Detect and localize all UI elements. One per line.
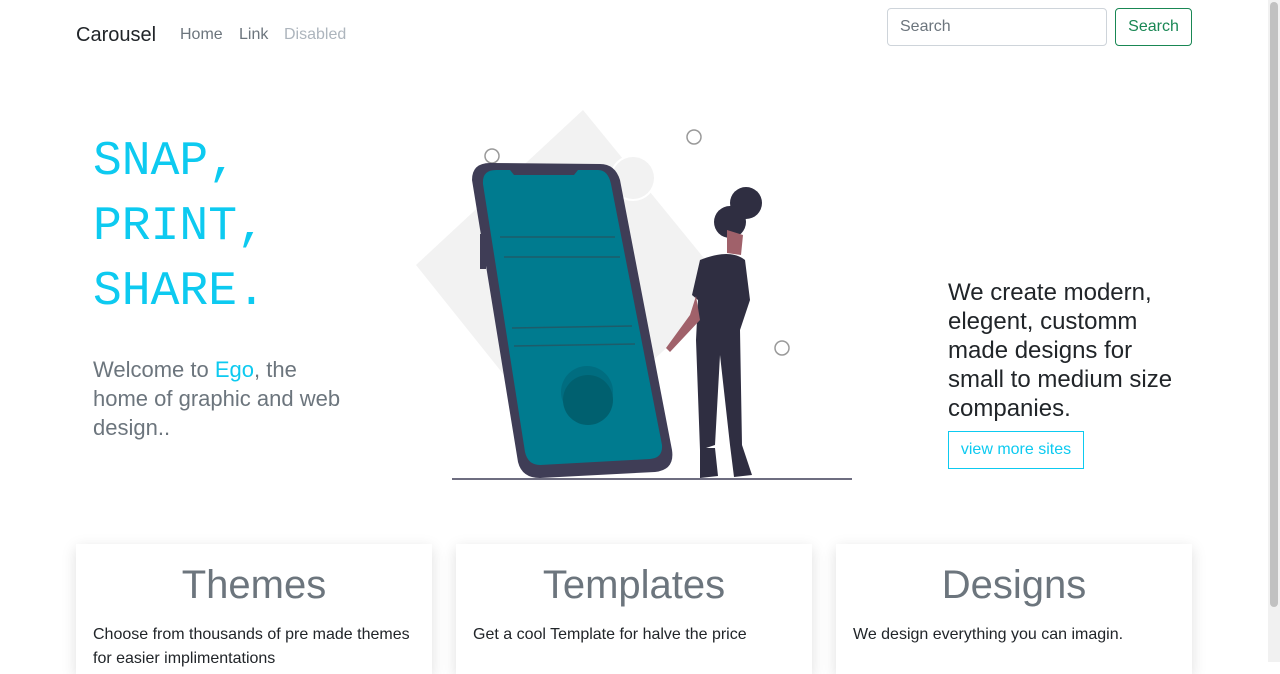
nav-link-disabled: Disabled [284,26,347,43]
card-designs: Designs We design everything you can ima… [836,544,1192,674]
view-more-sites-button[interactable]: view more sites [948,431,1084,469]
card-title: Themes [181,563,327,607]
search-input[interactable] [887,8,1107,46]
card-themes: Themes Choose from thousands of pre made… [76,544,432,674]
nav-link-home[interactable]: Home [180,26,223,44]
card-text: We design everything you can imagin. [853,626,1124,643]
tagline: We create modern, elegent, customm made … [948,279,1173,422]
card-title: Designs [941,563,1087,607]
hero-line: SHARE. [93,265,266,319]
card-title: Templates [542,563,726,607]
navbar: Carousel Home Link Disabled Search [0,0,1268,70]
scrollbar-thumb[interactable] [1270,2,1278,607]
phone-woman-illustration [416,110,852,480]
hero-line: PRINT, [93,200,266,254]
brand-link[interactable]: Carousel [76,24,156,47]
search-button[interactable]: Search [1115,8,1192,46]
card-text: Choose from thousands of pre made themes… [93,626,410,667]
welcome-text: Welcome to Ego, the home of graphic and … [93,355,353,442]
card-templates: Templates Get a cool Template for halve … [456,544,812,674]
nav-link-link[interactable]: Link [239,26,268,44]
hero-heading: SNAP, PRINT, SHARE. [93,130,266,325]
card-text: Get a cool Template for halve the price [473,626,747,643]
page-scrollbar[interactable] [1268,0,1280,662]
welcome-pre: Welcome to [93,357,215,382]
brand-highlight: Ego [214,357,255,382]
hero-line: SNAP, [93,135,238,189]
